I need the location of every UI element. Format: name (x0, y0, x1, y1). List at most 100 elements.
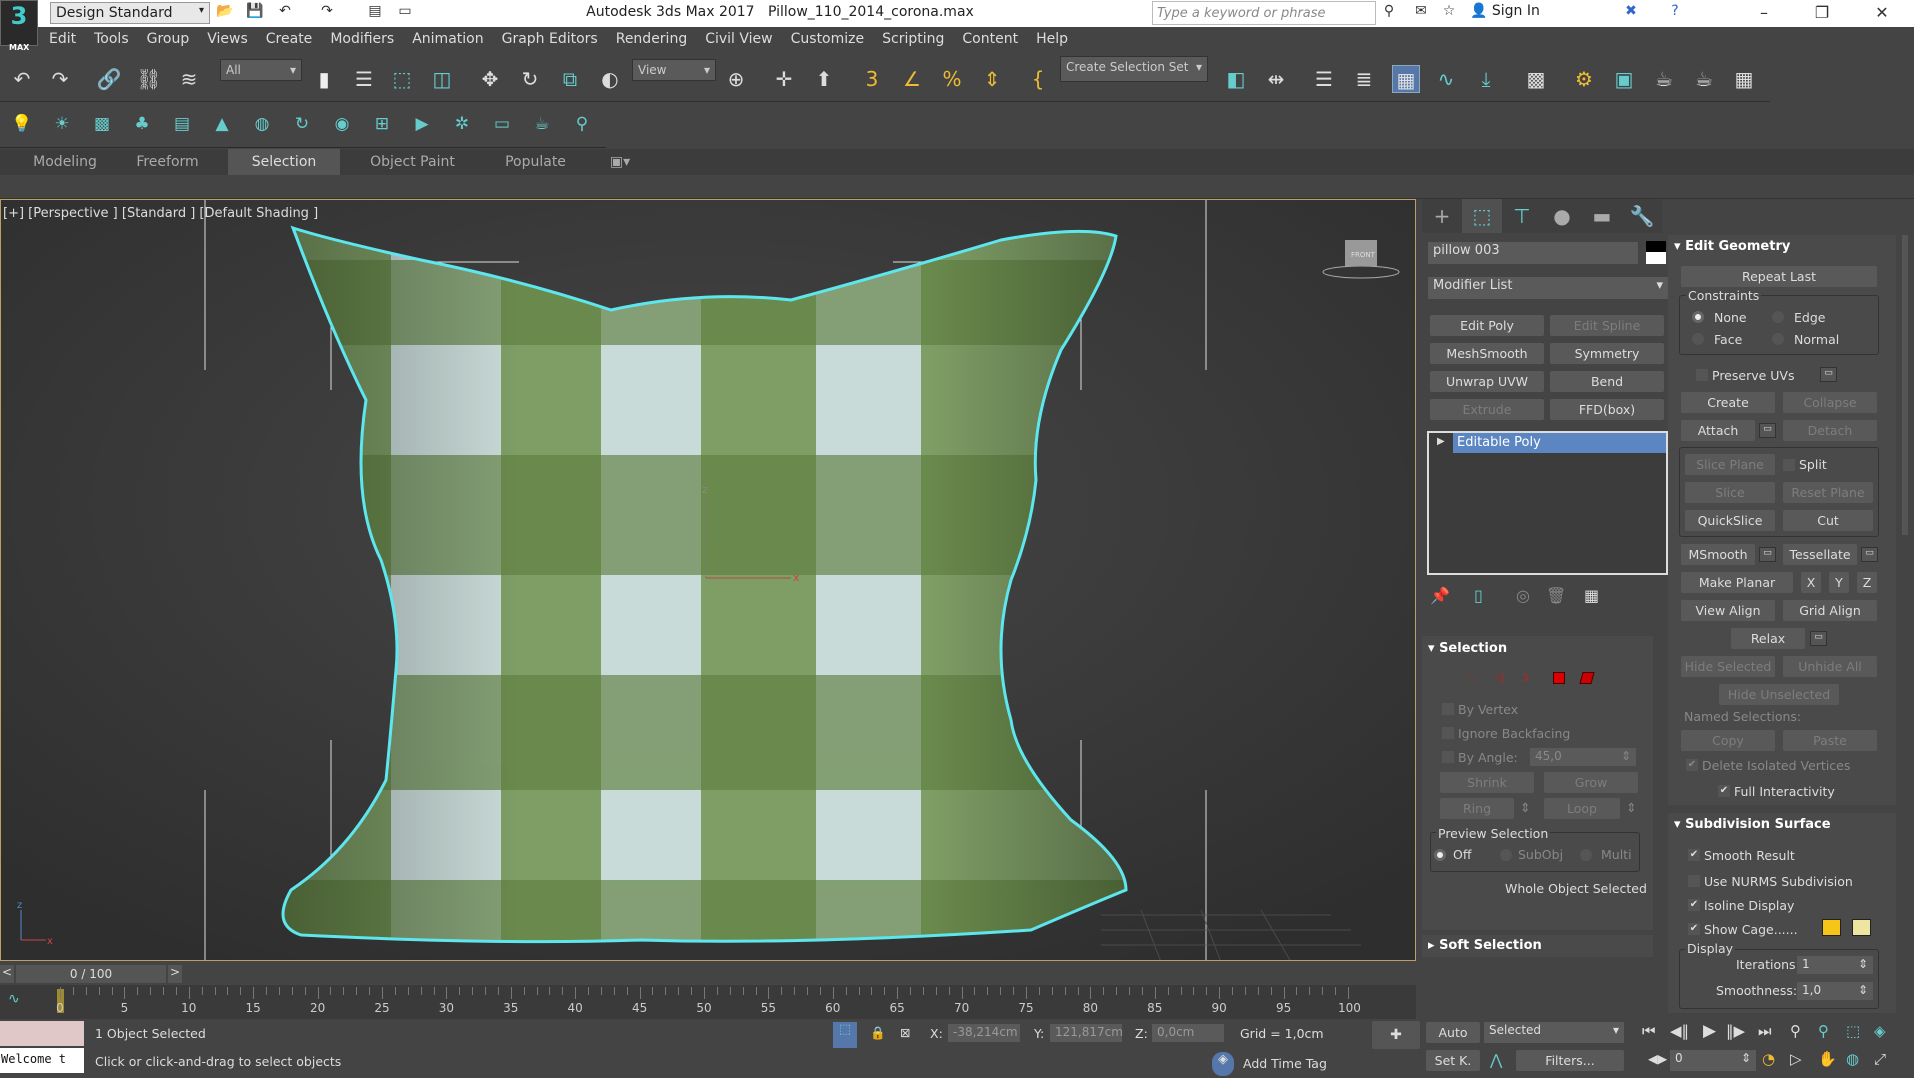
window-icon[interactable]: ▭ (490, 114, 514, 138)
next-frame-arrow[interactable]: > (168, 965, 182, 983)
attach-list-icon[interactable]: ▭ (1759, 423, 1776, 438)
prev-frame-arrow[interactable]: < (0, 965, 14, 983)
collapse-button[interactable]: Collapse (1783, 392, 1877, 413)
cage-color-swatch[interactable] (1822, 919, 1841, 936)
curve-editor-icon[interactable]: ∿ (1432, 65, 1460, 93)
named-selection-set-dropdown[interactable]: Create Selection Set ▾ (1060, 56, 1208, 82)
zoom-extents-all-icon[interactable]: ◈ (1874, 1022, 1886, 1040)
tessellate-button[interactable]: Tessellate (1783, 544, 1857, 565)
display-tab-icon[interactable]: ▬ (1582, 199, 1622, 233)
menu-help[interactable]: Help (1027, 27, 1077, 51)
app-menu-button[interactable]: 3 MAX (0, 0, 38, 52)
zoom-extents-icon[interactable]: ⬚ (1846, 1022, 1860, 1040)
time-configuration-icon[interactable]: ◔ (1762, 1050, 1775, 1068)
ffd-box-button[interactable]: FFD(box) (1550, 399, 1664, 420)
pan-icon[interactable]: ✋ (1818, 1050, 1837, 1068)
search-input[interactable]: Type a keyword or phrase (1152, 1, 1376, 25)
render-iterative-icon[interactable]: ☕ (1690, 65, 1718, 93)
material-editor-icon[interactable]: ▩ (1522, 65, 1550, 93)
subdivision-surface-header[interactable]: ▾ Subdivision Surface (1674, 817, 1831, 832)
link-icon[interactable]: 🔗 (95, 65, 123, 93)
menu-edit[interactable]: Edit (40, 27, 85, 51)
set-key-mode-icon[interactable]: ✚ (1372, 1021, 1420, 1049)
make-planar-button[interactable]: Make Planar (1681, 572, 1793, 593)
unhide-all-button[interactable]: Unhide All (1783, 656, 1877, 677)
undo-icon[interactable]: ↶ (276, 3, 294, 21)
plus-box-icon[interactable]: ⊞ (370, 114, 394, 138)
help-icon[interactable]: ? (1666, 3, 1684, 21)
relax-button[interactable]: Relax (1731, 628, 1805, 649)
tree-icon[interactable]: ♣ (130, 114, 154, 138)
tab-freeform[interactable]: Freeform (125, 149, 210, 175)
probe-icon[interactable]: ⚲ (570, 114, 594, 138)
copy-button[interactable]: Copy (1681, 730, 1775, 751)
extrude-button[interactable]: Extrude (1430, 399, 1544, 420)
modifier-list-dropdown[interactable]: Modifier List ▾ (1428, 277, 1668, 299)
selection-filter-dropdown[interactable]: All ▾ (220, 59, 302, 81)
select-object-icon[interactable]: ▮ (310, 65, 338, 93)
tab-object-paint[interactable]: Object Paint (355, 149, 470, 175)
unlink-icon[interactable]: ⛓ (135, 65, 163, 93)
attach-button[interactable]: Attach (1681, 420, 1755, 441)
preserve-uvs-checkbox[interactable] (1696, 369, 1708, 381)
soft-selection-header[interactable]: ▸ Soft Selection (1428, 938, 1542, 953)
binoculars-icon[interactable]: ⚲ (1380, 3, 1398, 21)
cage-selected-color-swatch[interactable] (1852, 919, 1871, 936)
preview-subobj-radio[interactable] (1500, 849, 1512, 861)
edit-geometry-header[interactable]: ▾ Edit Geometry (1674, 239, 1790, 254)
bind-space-warp-icon[interactable]: ≋ (175, 65, 203, 93)
field-of-view-icon[interactable]: ▷ (1790, 1050, 1802, 1068)
tab-modeling[interactable]: Modeling (20, 149, 110, 175)
relax-settings-icon[interactable]: ▭ (1810, 631, 1827, 646)
hide-selected-button[interactable]: Hide Selected (1681, 656, 1775, 677)
teapot-icon[interactable]: ☕ (530, 114, 554, 138)
show-cage-checkbox[interactable]: ✔ (1688, 923, 1700, 935)
hierarchy-tab-icon[interactable]: ⊤ (1502, 199, 1542, 233)
mirror-icon[interactable]: ◧ (1222, 65, 1250, 93)
ignore-backfacing-checkbox[interactable] (1442, 727, 1454, 739)
spinner-snap-icon[interactable]: ⇕ (978, 65, 1006, 93)
grow-button[interactable]: Grow (1544, 772, 1638, 793)
preserve-uvs-settings-icon[interactable]: ▭ (1820, 367, 1837, 382)
undo-icon[interactable]: ↶ (8, 65, 36, 93)
viewport-perspective[interactable]: z x z x FRONT [+] [Perspective ] [Standa… (0, 199, 1416, 961)
cone-icon[interactable]: ▲ (210, 114, 234, 138)
planar-x-button[interactable]: X (1801, 572, 1821, 593)
zoom-all-icon[interactable]: ⚲ (1818, 1022, 1829, 1040)
tessellate-settings-icon[interactable]: ▭ (1861, 547, 1878, 562)
percent-snap-icon[interactable]: % (938, 65, 966, 93)
play-icon[interactable]: ▶ (1703, 1021, 1716, 1041)
viewport-label-menu[interactable]: [+] [Perspective ] [Standard ] [Default … (3, 206, 318, 221)
window-crossing-icon[interactable]: ◫ (428, 65, 456, 93)
track-bar[interactable]: ∿ 0 5 10 15 20 25 30 35 40 45 50 55 60 65 70 75 80 85 90 95… (0, 985, 1416, 1019)
polygon-mode-icon[interactable] (1553, 672, 1565, 684)
bulb-icon[interactable]: ◍ (250, 114, 274, 138)
select-manipulate-icon[interactable]: ✛ (770, 65, 798, 93)
ring-button[interactable]: Ring (1440, 798, 1514, 819)
pivot-center-icon[interactable]: ⊕ (722, 65, 750, 93)
frame-icon[interactable]: ▶ (410, 114, 434, 138)
snaps-toggle-icon[interactable]: 3 (858, 65, 886, 93)
move-icon[interactable]: ✥ (476, 65, 504, 93)
loop-button[interactable]: Loop (1544, 798, 1620, 819)
key-filter-dropdown[interactable]: Selected ▾ (1484, 1022, 1624, 1043)
star-icon[interactable]: ☆ (1440, 3, 1458, 21)
selection-lock-icon[interactable]: 🔒 (870, 1025, 886, 1041)
rotate-icon[interactable]: ↻ (516, 65, 544, 93)
quickslice-button[interactable]: QuickSlice (1685, 510, 1775, 531)
current-frame-field[interactable]: 0 ⇕ (1670, 1050, 1756, 1071)
camera-icon[interactable]: ▩ (90, 114, 114, 138)
z-coordinate-field[interactable]: 0,0cm (1152, 1024, 1224, 1042)
layer-explorer-icon[interactable]: ≣ (1350, 65, 1378, 93)
make-unique-icon[interactable]: ◎ (1516, 586, 1530, 605)
file-icon[interactable]: ▭ (396, 3, 414, 21)
rendered-frame-window-icon[interactable]: ▣ (1610, 65, 1638, 93)
maxscript-listener-top[interactable] (0, 1021, 84, 1046)
slice-plane-button[interactable]: Slice Plane (1685, 454, 1775, 475)
ring-spinner[interactable]: ⇕ (1520, 800, 1530, 815)
sun-icon[interactable]: ☀ (50, 114, 74, 138)
create-tab-icon[interactable]: + (1422, 199, 1462, 233)
bend-button[interactable]: Bend (1550, 371, 1664, 392)
select-by-name-icon[interactable]: ☰ (350, 65, 378, 93)
minimize-button[interactable]: – (1736, 0, 1792, 27)
